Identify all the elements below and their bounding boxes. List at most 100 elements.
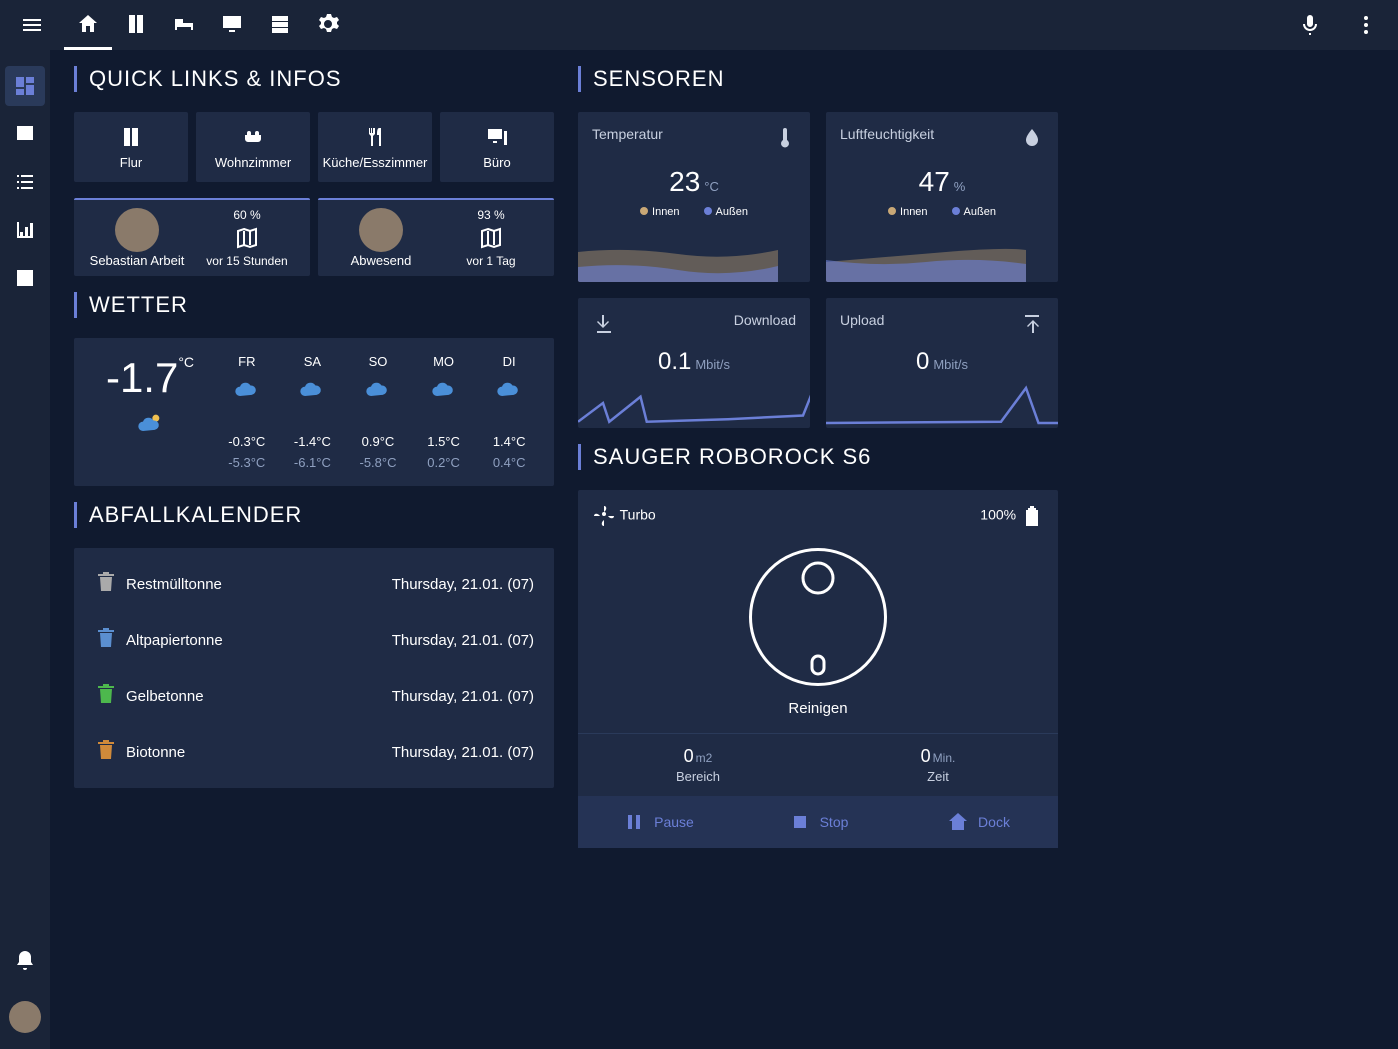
top-nav bbox=[64, 0, 352, 50]
thermometer-icon bbox=[772, 126, 796, 150]
sensor-humidity[interactable]: Luftfeuchtigkeit 47% InnenAußen bbox=[826, 112, 1058, 282]
weather-day-label: FR bbox=[218, 354, 276, 369]
cloud-sun-icon bbox=[136, 410, 164, 438]
trash-icon bbox=[94, 570, 118, 594]
sensor-temperature[interactable]: Temperatur 23°C InnenAußen bbox=[578, 112, 810, 282]
person-battery: 93 % bbox=[477, 208, 504, 222]
abfall-row-0[interactable]: Restmülltonne Thursday, 21.01. (07) bbox=[74, 556, 554, 612]
play-box-icon bbox=[13, 266, 37, 290]
person-avatar bbox=[115, 208, 159, 252]
person-name: Sebastian Arbeit bbox=[90, 253, 185, 268]
weather-day-label: MO bbox=[415, 354, 473, 369]
vacuum-stop-button[interactable]: Stop bbox=[738, 796, 898, 848]
person-card-1[interactable]: Abwesend 93 % vor 1 Tag bbox=[318, 198, 554, 276]
weather-now-unit: °C bbox=[178, 354, 194, 370]
sidebar-list[interactable] bbox=[5, 162, 45, 202]
weather-day-4[interactable]: DI 1.4°C 0.4°C bbox=[480, 354, 538, 470]
hamburger-icon bbox=[20, 13, 44, 37]
abfall-row-3[interactable]: Biotonne Thursday, 21.01. (07) bbox=[74, 724, 554, 780]
section-abfall-title: ABFALLKALENDER bbox=[74, 502, 554, 528]
legend-innen-2: Innen bbox=[900, 206, 928, 218]
weather-day-label: SO bbox=[349, 354, 407, 369]
weather-day-0[interactable]: FR -0.3°C -5.3°C bbox=[218, 354, 276, 470]
weather-day-lo: -5.3°C bbox=[218, 455, 276, 470]
download-icon bbox=[592, 312, 616, 336]
sidebar-person[interactable] bbox=[5, 114, 45, 154]
weather-day-hi: 1.4°C bbox=[480, 434, 538, 449]
quicklink-icon-1 bbox=[241, 125, 265, 149]
legend-innen: Innen bbox=[652, 206, 680, 218]
quicklink-label: Büro bbox=[483, 155, 510, 170]
hum-sparkline bbox=[826, 232, 1026, 282]
weather-day-hi: -1.4°C bbox=[284, 434, 342, 449]
quicklink-2[interactable]: Küche/Esszimmer bbox=[318, 112, 432, 182]
quicklink-3[interactable]: Büro bbox=[440, 112, 554, 182]
sensor-temp-label: Temperatur bbox=[592, 126, 663, 150]
tab-office[interactable] bbox=[208, 0, 256, 50]
quicklink-label: Wohnzimmer bbox=[215, 155, 291, 170]
person-time: vor 15 Stunden bbox=[206, 254, 287, 268]
vacuum-time-value: 0 bbox=[921, 746, 931, 766]
trash-icon bbox=[94, 626, 118, 650]
download-label: Download bbox=[734, 312, 796, 336]
vacuum-time-label: Zeit bbox=[830, 769, 1046, 784]
abfall-name: Restmülltonne bbox=[126, 576, 392, 593]
tab-rooms[interactable] bbox=[112, 0, 160, 50]
home-icon bbox=[76, 12, 100, 36]
dots-vertical-icon bbox=[1354, 13, 1378, 37]
tab-server[interactable] bbox=[256, 0, 304, 50]
abfall-name: Altpapiertonne bbox=[126, 632, 392, 649]
weather-day-lo: 0.2°C bbox=[415, 455, 473, 470]
person-time: vor 1 Tag bbox=[466, 254, 515, 268]
sensor-download[interactable]: Download 0.1Mbit/s bbox=[578, 298, 810, 428]
section-weather-title: WETTER bbox=[74, 292, 554, 318]
sensor-hum-unit: % bbox=[954, 179, 966, 194]
cloud-icon bbox=[233, 375, 261, 403]
weather-day-label: DI bbox=[480, 354, 538, 369]
legend-aussen-2: Außen bbox=[964, 206, 996, 218]
person-avatar bbox=[359, 208, 403, 252]
abfall-row-2[interactable]: Gelbetonne Thursday, 21.01. (07) bbox=[74, 668, 554, 724]
weather-now-temp: -1.7 bbox=[106, 354, 178, 401]
tab-bedroom[interactable] bbox=[160, 0, 208, 50]
upload-label: Upload bbox=[840, 312, 884, 336]
download-unit: Mbit/s bbox=[695, 357, 730, 372]
quicklink-1[interactable]: Wohnzimmer bbox=[196, 112, 310, 182]
menu-button[interactable] bbox=[8, 1, 56, 49]
tab-home[interactable] bbox=[64, 0, 112, 50]
upload-unit: Mbit/s bbox=[933, 357, 968, 372]
sidebar-media[interactable] bbox=[5, 258, 45, 298]
download-sparkline bbox=[578, 378, 810, 428]
mic-icon bbox=[1298, 13, 1322, 37]
vacuum-dock-button[interactable]: Dock bbox=[898, 796, 1058, 848]
tab-settings[interactable] bbox=[304, 0, 352, 50]
sensor-temp-unit: °C bbox=[704, 179, 719, 194]
dashboard-icon bbox=[13, 74, 37, 98]
weather-day-1[interactable]: SA -1.4°C -6.1°C bbox=[284, 354, 342, 470]
cloud-icon bbox=[495, 375, 523, 403]
sidebar-stats[interactable] bbox=[5, 210, 45, 250]
person-name: Abwesend bbox=[351, 253, 412, 268]
vacuum-pause-button[interactable]: Pause bbox=[578, 796, 738, 848]
quicklink-icon-0 bbox=[119, 125, 143, 149]
voice-button[interactable] bbox=[1286, 1, 1334, 49]
sidebar-notifications[interactable] bbox=[5, 941, 45, 981]
vacuum-illustration bbox=[743, 542, 893, 692]
weather-card[interactable]: -1.7°C FR -0.3°C -5.3°C SA -1.4°C -6.1°C… bbox=[74, 338, 554, 486]
bed-icon bbox=[172, 12, 196, 36]
person-card-0[interactable]: Sebastian Arbeit 60 % vor 15 Stunden bbox=[74, 198, 310, 276]
weather-day-2[interactable]: SO 0.9°C -5.8°C bbox=[349, 354, 407, 470]
weather-day-lo: -6.1°C bbox=[284, 455, 342, 470]
more-button[interactable] bbox=[1342, 1, 1390, 49]
sensor-upload[interactable]: Upload 0Mbit/s bbox=[826, 298, 1058, 428]
weather-day-label: SA bbox=[284, 354, 342, 369]
user-avatar[interactable] bbox=[9, 1001, 41, 1033]
fan-icon bbox=[592, 504, 616, 528]
person-battery: 60 % bbox=[233, 208, 260, 222]
sidebar-dashboard[interactable] bbox=[5, 66, 45, 106]
abfall-row-1[interactable]: Altpapiertonne Thursday, 21.01. (07) bbox=[74, 612, 554, 668]
weather-day-3[interactable]: MO 1.5°C 0.2°C bbox=[415, 354, 473, 470]
water-icon bbox=[1020, 126, 1044, 150]
sidebar bbox=[0, 50, 50, 1049]
quicklink-0[interactable]: Flur bbox=[74, 112, 188, 182]
